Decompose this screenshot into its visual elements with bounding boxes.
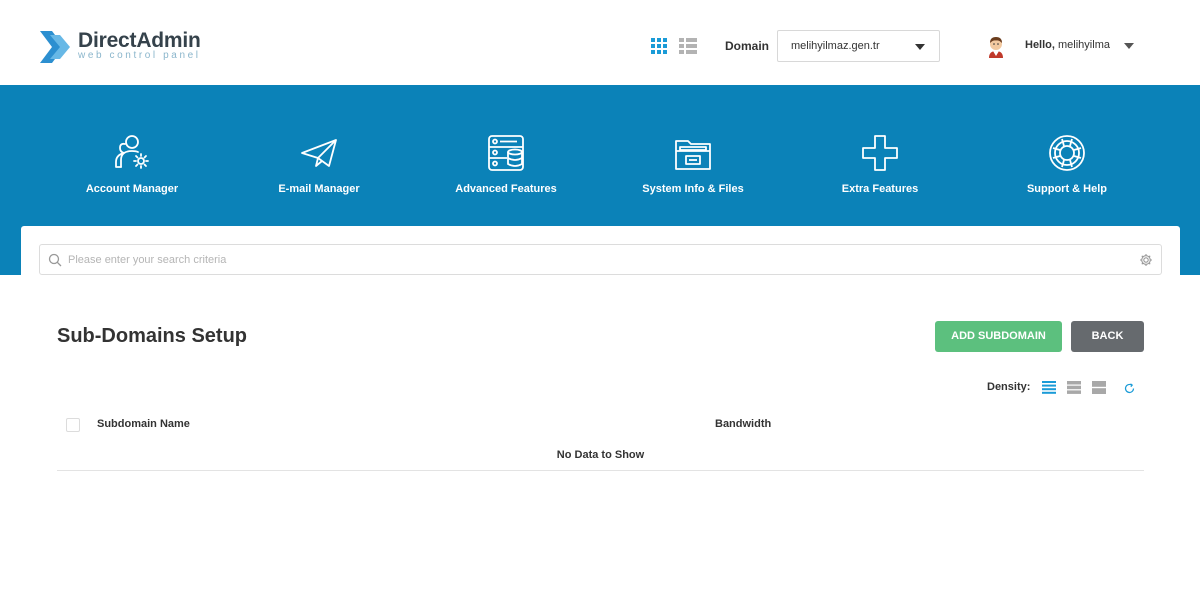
logo-mark-icon [40,31,70,63]
content-card: Sub-Domains Setup ADD SUBDOMAIN BACK Den… [21,226,1180,613]
chevron-down-icon [915,44,925,50]
directadmin-logo[interactable]: DirectAdmin web control panel [38,27,201,67]
user-menu-caret-icon[interactable] [1124,43,1134,49]
density-normal-icon[interactable] [1067,381,1081,394]
gear-icon[interactable] [1139,253,1153,267]
folder-icon [675,140,711,170]
domain-select[interactable]: melihyilmaz.gen.tr [777,30,940,62]
column-header-bandwidth[interactable]: Bandwidth [715,418,771,430]
view-toggle [651,38,697,54]
search-icon [48,253,62,267]
server-database-icon [488,135,524,171]
density-label: Density: [987,381,1031,393]
username-text: melihyilma [1058,39,1110,51]
user-avatar-icon[interactable] [985,34,1007,60]
select-all-checkbox[interactable] [66,418,80,432]
domain-select-value: melihyilmaz.gen.tr [791,40,880,52]
page-title: Sub-Domains Setup [57,325,248,347]
refresh-icon[interactable] [1124,383,1135,394]
search-bar [39,244,1162,275]
greeting-text: Hello, [1025,39,1055,51]
column-header-subdomain-name[interactable]: Subdomain Name [97,418,190,430]
nav-item-account-manager[interactable]: Account Manager [42,133,222,195]
empty-table-message: No Data to Show [556,449,645,461]
nav-item-extra-features[interactable]: Extra Features [790,133,970,195]
density-comfortable-icon[interactable] [1092,381,1106,394]
add-subdomain-button[interactable]: ADD SUBDOMAIN [935,321,1062,352]
nav-label: Extra Features [841,183,919,195]
nav-item-email-manager[interactable]: E-mail Manager [229,133,409,195]
density-compact-icon[interactable] [1042,381,1056,394]
table-divider [57,470,1144,471]
grid-view-icon[interactable] [651,38,669,54]
nav-item-advanced-features[interactable]: Advanced Features [416,133,596,195]
nav-label: Account Manager [85,183,179,195]
nav-label: E-mail Manager [278,183,360,195]
back-button[interactable]: BACK [1071,321,1144,352]
search-input[interactable] [68,246,1128,273]
plus-icon [862,135,898,171]
user-menu[interactable]: Hello, melihyilma [1025,39,1110,51]
account-manager-icon [115,135,149,169]
top-header: DirectAdmin web control panel Domain mel… [0,0,1200,85]
nav-label: Support & Help [1026,183,1108,195]
logo-tagline: web control panel [78,50,201,61]
list-view-icon[interactable] [679,38,697,54]
nav-item-system-info-files[interactable]: System Info & Files [603,133,783,195]
paper-plane-icon [301,139,337,167]
nav-label: System Info & Files [642,183,744,195]
nav-label: Advanced Features [455,183,557,195]
lifebuoy-icon [1049,135,1085,171]
nav-item-support-help[interactable]: Support & Help [977,133,1157,195]
domain-label: Domain [725,39,770,53]
